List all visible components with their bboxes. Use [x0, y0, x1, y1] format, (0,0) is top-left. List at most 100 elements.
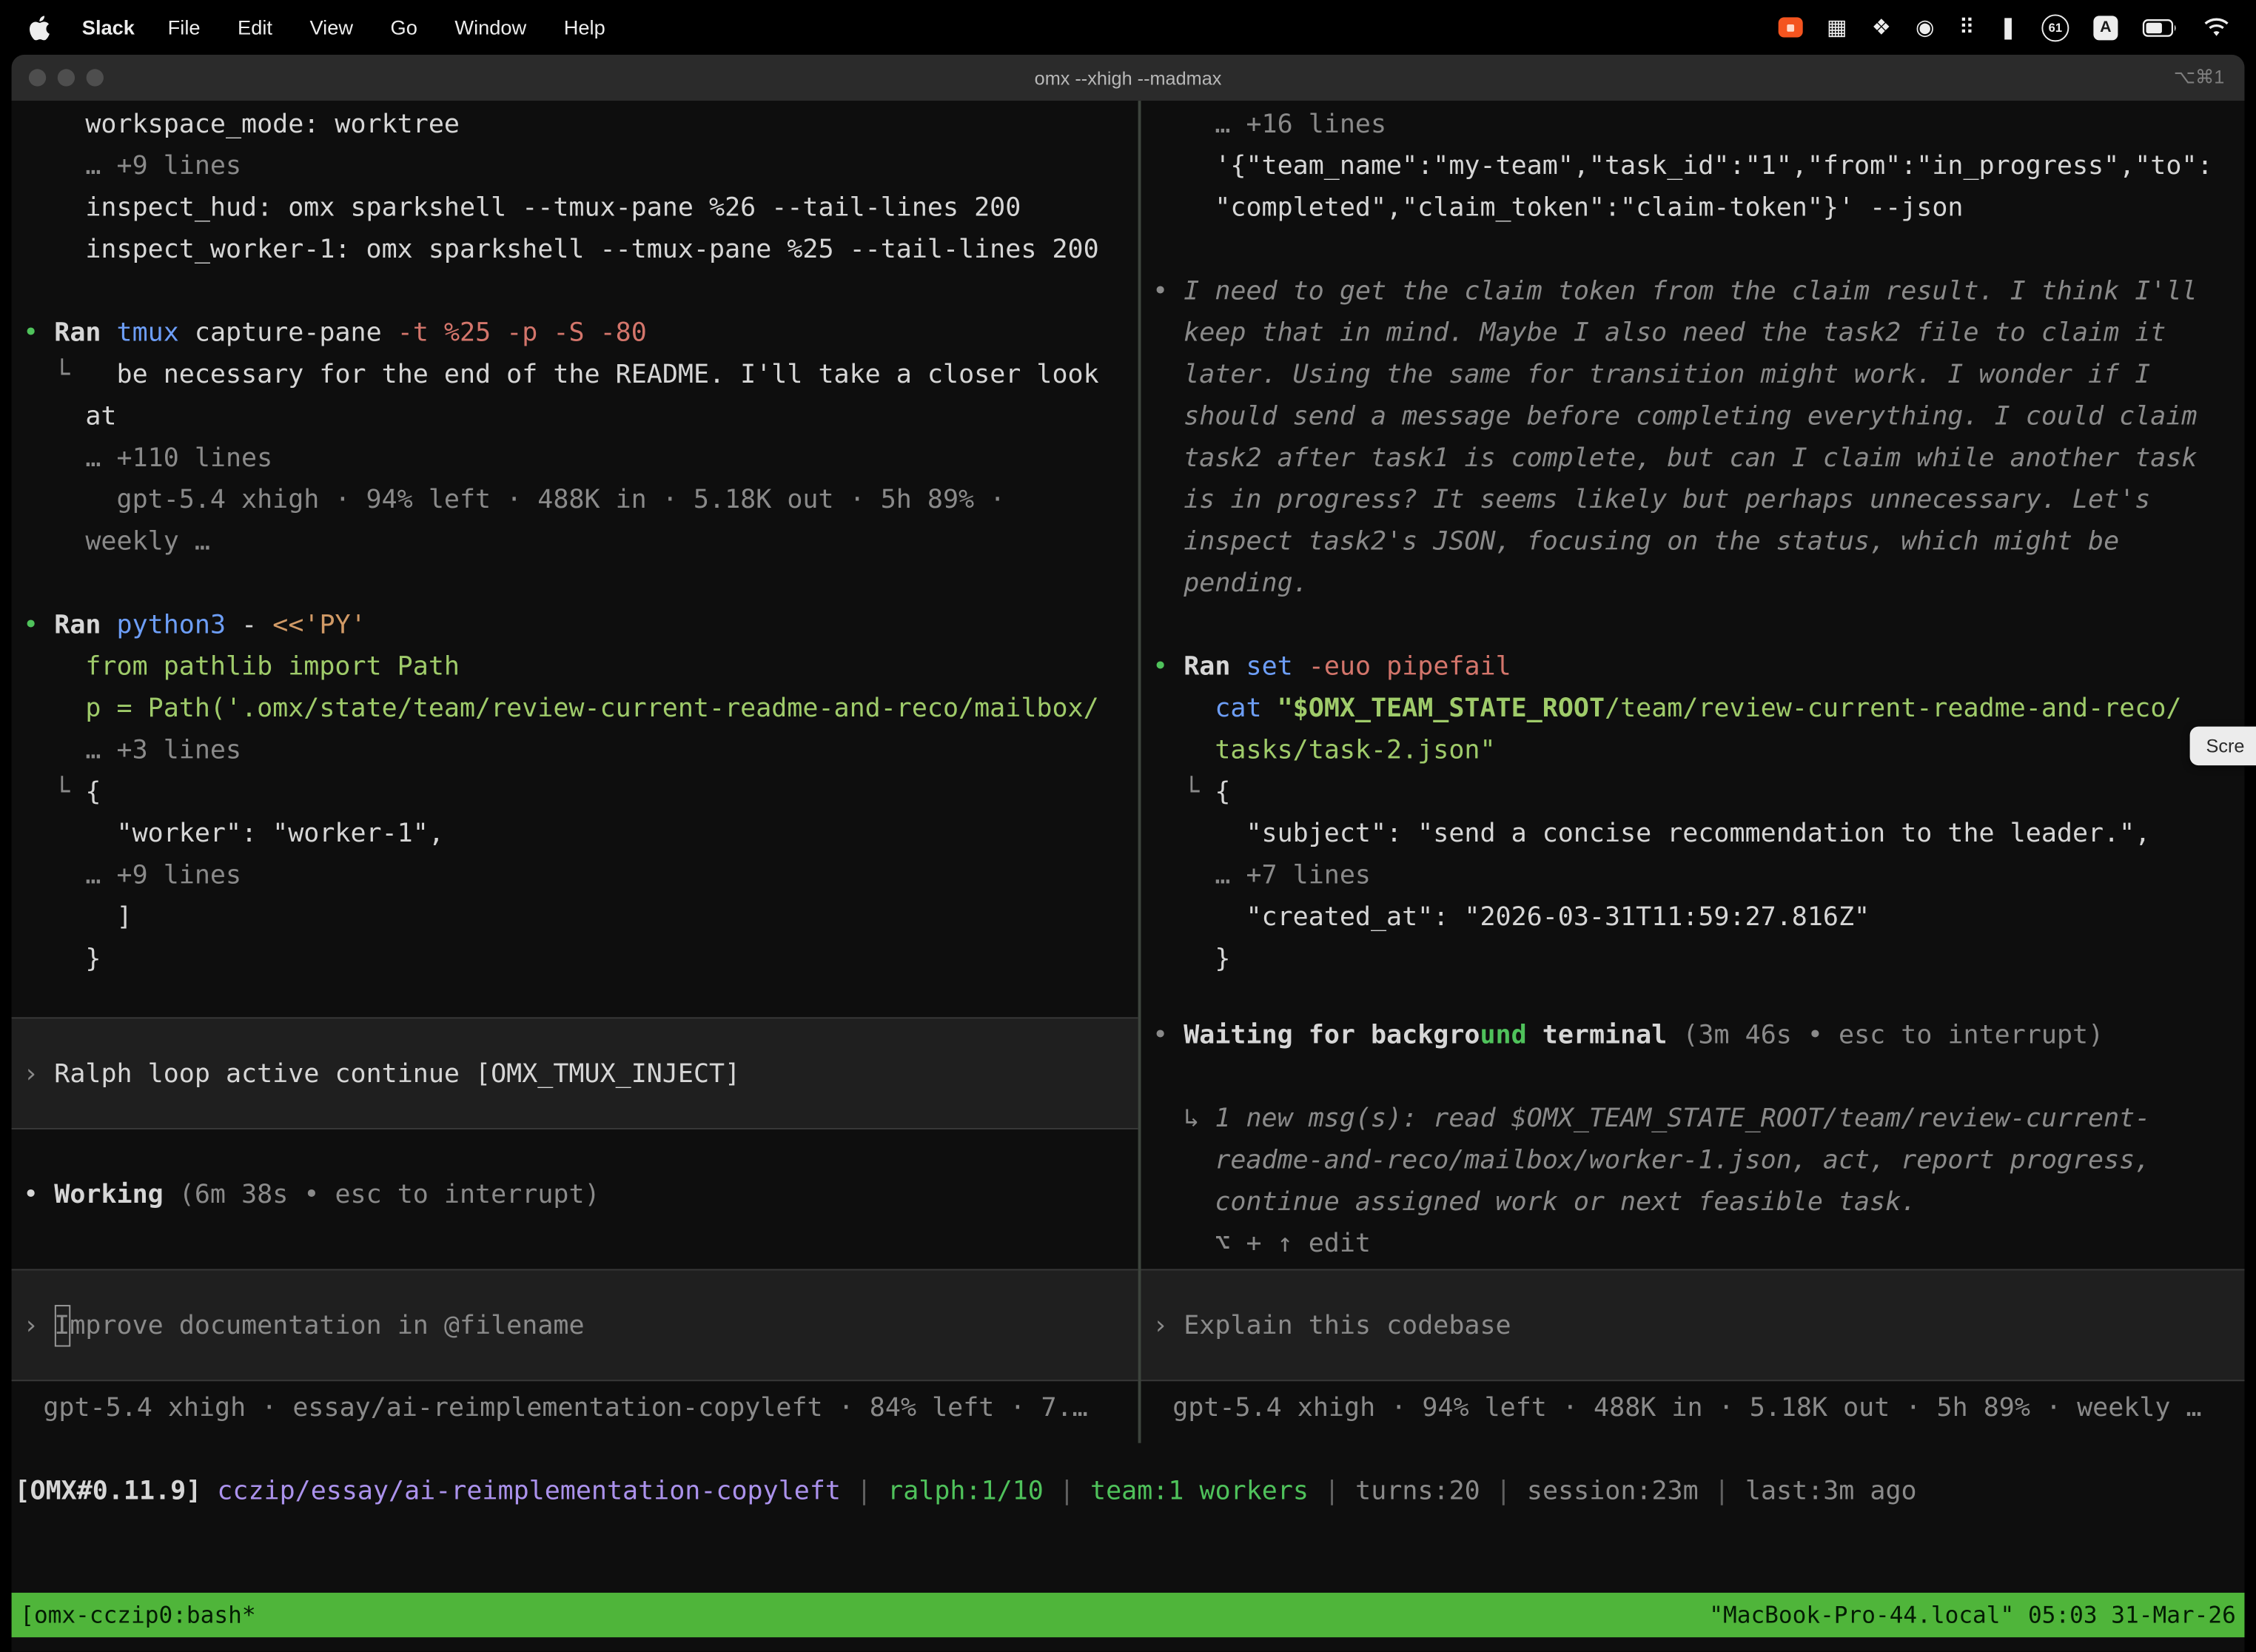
terminal-line: … +7 lines — [1152, 855, 2244, 896]
terminal-line: gpt-5.4 xhigh · 94% left · 488K in · 5.1… — [23, 479, 1138, 520]
prompt-input[interactable]: › Explain this codebase — [1141, 1269, 2245, 1382]
terminal-line: … +9 lines — [23, 855, 1138, 896]
pill-icon[interactable]: ❚ — [1999, 16, 2017, 38]
menu-go[interactable]: Go — [372, 16, 436, 38]
terminal-line: weekly … — [23, 521, 1138, 563]
text-segment: … +16 lines — [1152, 110, 1386, 140]
wifi-icon[interactable] — [2203, 17, 2230, 37]
text-segment: • — [1152, 652, 1184, 682]
text-segment: inspect_worker-1: omx sparkshell --tmux-… — [23, 235, 1099, 265]
text-segment: at — [23, 401, 116, 432]
ralph-loop-banner[interactable]: › Ralph loop active continue [OMX_TMUX_I… — [12, 1017, 1138, 1129]
text-segment: -euo pipefail — [1309, 652, 1511, 682]
text-segment: inspect task2's JSON, focusing on the st… — [1152, 526, 2119, 557]
apple-menu[interactable] — [29, 15, 50, 39]
tmux-status-bar: [omx-cczip0:bash* "MacBook-Pro-44.local"… — [12, 1593, 2245, 1637]
desktop: Slack FileEditViewGoWindowHelp ▦ ❖ ◉ ⠿ ❚… — [0, 0, 2256, 1652]
menu-file[interactable]: File — [149, 16, 218, 38]
app-menu-name[interactable]: Slack — [82, 16, 135, 38]
text-segment: "subject": "send a concise recommendatio… — [1152, 819, 2150, 849]
text-segment: I need to get the claim token from the c… — [1184, 276, 2197, 306]
text-segment: mprove documentation in @filename — [70, 1304, 584, 1346]
text-segment: • — [1152, 1020, 1184, 1050]
text-segment: | — [841, 1476, 887, 1506]
tmux-session-name: [omx-cczip0:bash* — [20, 1602, 255, 1629]
text-segment: keep that in mind. Maybe I also need the… — [1152, 318, 2166, 349]
text-segment: Ralph loop active continue [OMX_TMUX_INJ… — [54, 1052, 740, 1094]
terminal-line: └ { — [1152, 771, 2244, 813]
terminal-line: … +110 lines — [23, 437, 1138, 479]
tmux-session: workspace_mode: worktree … +9 lines insp… — [12, 101, 2245, 1443]
text-segment: | — [1699, 1476, 1745, 1506]
menu-window[interactable]: Window — [436, 16, 545, 38]
text-segment: cat — [1215, 694, 1277, 724]
text-segment: | — [1044, 1476, 1090, 1506]
thinking-text: • I need to get the claim token from the… — [1152, 270, 2244, 312]
text-segment: … +3 lines — [23, 735, 241, 765]
left-pane[interactable]: workspace_mode: worktree … +9 lines insp… — [12, 101, 1138, 1443]
text-segment: should send a message before completing … — [1152, 401, 2197, 432]
text-segment: └ — [23, 360, 116, 390]
text-segment: … +7 lines — [1152, 860, 1371, 890]
menu-help[interactable]: Help — [545, 16, 624, 38]
text-segment: • — [23, 1180, 54, 1210]
text-segment: ] — [23, 902, 132, 933]
waiting-status: • Waiting for background terminal (3m 46… — [1152, 1014, 2244, 1055]
text-segment: ↳ — [1152, 1104, 1215, 1134]
terminal-line: continue assigned work or next feasible … — [1152, 1181, 2244, 1223]
text-segment: ⌥ + ↑ edit — [1152, 1229, 1371, 1259]
apple-icon — [29, 15, 50, 39]
menu-view[interactable]: View — [291, 16, 372, 38]
text-segment: "completed","claim_token":"claim-token"}… — [1152, 192, 1963, 223]
terminal-line: later. Using the same for transition mig… — [1152, 354, 2244, 395]
text-segment: capture-pane — [195, 318, 397, 349]
text-segment: task2 after task1 is complete, but can I… — [1152, 443, 2197, 474]
terminal-line: tasks/task-2.json" — [1152, 730, 2244, 771]
terminal-line: … +9 lines — [23, 145, 1138, 187]
terminal-line: ] — [23, 896, 1138, 938]
battery-icon[interactable] — [2142, 18, 2178, 36]
text-segment: -t %25 -p -S -80 — [397, 318, 647, 349]
text-segment: weekly … — [23, 526, 210, 557]
terminal-line: should send a message before completing … — [1152, 396, 2244, 437]
menu-edit[interactable]: Edit — [219, 16, 291, 38]
menu-bar: Slack FileEditViewGoWindowHelp ▦ ❖ ◉ ⠿ ❚… — [0, 0, 2256, 55]
dropbox-icon[interactable]: ❖ — [1872, 16, 1891, 38]
ran-tmux-capture: • Ran tmux capture-pane -t %25 -p -S -80 — [23, 312, 1138, 354]
text-segment: last:3m ago — [1745, 1476, 1917, 1506]
text-segment: { — [85, 777, 101, 807]
text-segment: p = Path('.omx/state/team/review-current… — [23, 694, 1099, 724]
terminal-line: "worker": "worker-1", — [23, 813, 1138, 854]
terminal-line: "completed","claim_token":"claim-token"}… — [1152, 187, 2244, 229]
text-segment: } — [1152, 944, 1230, 974]
text-segment: └ — [23, 777, 85, 807]
text-segment: ralph:1/10 — [887, 1476, 1044, 1506]
screen-share-popup[interactable]: Scre — [2190, 727, 2256, 765]
screen-recording-indicator-icon[interactable] — [1778, 17, 1802, 37]
text-segment: turns:20 — [1355, 1476, 1480, 1506]
input-source-icon[interactable]: A — [2093, 15, 2118, 39]
omx-status-line: [OMX#0.11.9] cczip/essay/ai-reimplementa… — [12, 1471, 2245, 1512]
terminal-line: keep that in mind. Maybe I also need the… — [1152, 312, 2244, 354]
tmux-host-clock: "MacBook-Pro-44.local" 05:03 31-Mar-26 — [1709, 1602, 2236, 1629]
terminal-line: p = Path('.omx/state/team/review-current… — [23, 688, 1138, 729]
mailbox-notice: ↳ 1 new msg(s): read $OMX_TEAM_STATE_ROO… — [1152, 1098, 2244, 1139]
circle-app-icon[interactable]: ◉ — [1916, 16, 1934, 38]
gauge-icon[interactable]: 61 — [2041, 13, 2069, 41]
dots-grid-icon[interactable]: ⠿ — [1958, 16, 1974, 38]
grid-icon[interactable]: ▦ — [1827, 16, 1847, 38]
text-segment: python3 — [117, 610, 242, 640]
text-segment: › — [23, 1304, 54, 1346]
text-segment: be necessary for the end of the README. … — [117, 360, 1099, 390]
prompt-input[interactable]: › Improve documentation in @filename — [12, 1269, 1138, 1382]
text-segment: continue assigned work or next feasible … — [1152, 1187, 1916, 1218]
text-segment: team:1 workers — [1090, 1476, 1309, 1506]
text-segment: (6m 38s • esc to interrupt) — [179, 1180, 600, 1210]
working-status: • Working (6m 38s • esc to interrupt) — [23, 1174, 1138, 1215]
terminal-line: "created_at": "2026-03-31T11:59:27.816Z" — [1152, 896, 2244, 938]
window-titlebar[interactable]: omx --xhigh --madmax ⌥⌘1 — [12, 55, 2245, 101]
text-segment: "worker": "worker-1", — [23, 819, 444, 849]
text-segment: - — [241, 610, 272, 640]
text-segment: workspace_mode: worktree — [23, 110, 460, 140]
right-pane[interactable]: … +16 lines '{"team_name":"my-team","tas… — [1141, 101, 2245, 1443]
